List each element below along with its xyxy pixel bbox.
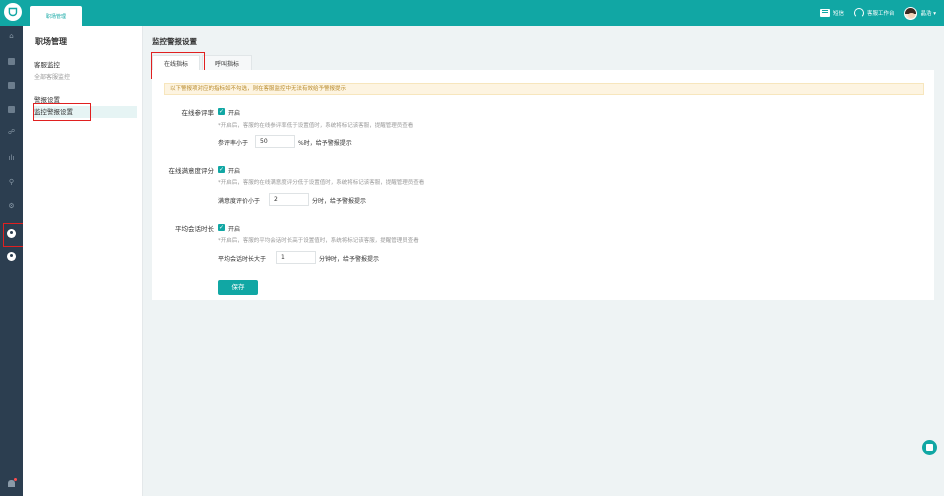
top-tab-workplace[interactable]: 职场管理 xyxy=(30,6,82,26)
threshold-input[interactable]: 1 xyxy=(276,251,316,264)
icon-sidebar: ⌂ ☍ ılı ⚲ ⚙ xyxy=(0,26,23,496)
checkbox-label: 开启 xyxy=(228,226,241,233)
row-label: 在线满意度评分 xyxy=(168,167,215,175)
notification-dot xyxy=(14,478,17,481)
sms-label: 短信 xyxy=(832,11,844,17)
chat-float-button[interactable] xyxy=(922,440,937,455)
menu-title: 职场管理 xyxy=(35,37,67,46)
field-prefix: 满意度评价小于 xyxy=(218,198,261,205)
top-bar: ᗜ 职场管理 短信 客服工作台 晶浩 ▾ xyxy=(0,0,944,26)
threshold-input[interactable]: 2 xyxy=(269,193,309,206)
checkbox-label: 开启 xyxy=(228,110,241,117)
hint-text: *开启后，客服的平均会话时长高于设置值时，系统将标记该客服，提醒管理员查看 xyxy=(218,238,419,244)
enable-checkbox[interactable]: ✓ xyxy=(218,166,225,173)
highlight-box xyxy=(33,103,91,121)
app-logo[interactable]: ᗜ xyxy=(4,3,22,21)
checkbox-label: 开启 xyxy=(228,168,241,175)
field-prefix: 参评率小于 xyxy=(218,140,249,147)
bell-icon[interactable] xyxy=(8,480,15,487)
chat-icon[interactable] xyxy=(8,106,15,113)
list-icon[interactable] xyxy=(8,82,15,89)
apps-icon[interactable] xyxy=(8,58,15,65)
gear-icon[interactable]: ⚙ xyxy=(7,202,16,211)
top-right-tools: 短信 客服工作台 晶浩 ▾ xyxy=(819,0,936,26)
row-label: 在线参评率 xyxy=(181,109,215,117)
team-icon[interactable]: ☍ xyxy=(7,128,16,137)
tooth-icon: ᗜ xyxy=(8,5,18,19)
menu-item-all-monitor[interactable]: 全部客服监控 xyxy=(34,72,70,81)
save-button[interactable]: 保存 xyxy=(218,280,258,295)
field-prefix: 平均会话时长大于 xyxy=(218,256,267,263)
field-suffix: %时，给予警报提示 xyxy=(298,140,352,147)
sms-button[interactable]: 短信 xyxy=(819,9,844,17)
settings-panel: 以下警报项对应的指标如不勾选，则在客服监控中无法有效给予警报提示 在线参评率 ✓… xyxy=(152,70,934,300)
hint-text: *开启后，客服的在线参评率低于设置值时，系统将标记该客服，提醒管理员查看 xyxy=(218,123,414,129)
avatar xyxy=(904,6,918,20)
menu-group-monitor: 客服监控 xyxy=(34,61,60,69)
enable-checkbox[interactable]: ✓ xyxy=(218,108,225,115)
hint-text: *开启后，客服的在线满意度评分低于设置值时，系统将标记该客服，提醒管理员查看 xyxy=(218,180,425,186)
enable-checkbox[interactable]: ✓ xyxy=(218,224,225,231)
warning-banner: 以下警报项对应的指标如不勾选，则在客服监控中无法有效给予警报提示 xyxy=(164,83,924,95)
secondary-menu: 职场管理 客服监控 全部客服监控 警报设置 监控警报设置 xyxy=(23,26,143,496)
threshold-input[interactable]: 50 xyxy=(255,135,295,148)
user-name: 晶浩 ▾ xyxy=(920,11,936,17)
chart-icon[interactable]: ılı xyxy=(7,154,16,163)
page-title: 监控警报设置 xyxy=(152,37,197,46)
home-icon[interactable]: ⌂ xyxy=(7,32,16,41)
workbench-label: 客服工作台 xyxy=(866,11,895,17)
user-circle-icon[interactable] xyxy=(7,252,16,261)
search-icon[interactable]: ⚲ xyxy=(7,178,16,187)
workbench-button[interactable]: 客服工作台 xyxy=(853,8,895,18)
field-suffix: 分时，给予警报提示 xyxy=(312,198,367,205)
headset-icon xyxy=(853,8,864,18)
field-suffix: 分钟时，给予警报提示 xyxy=(319,256,380,263)
user-menu[interactable]: 晶浩 ▾ xyxy=(904,6,936,20)
message-icon xyxy=(819,9,830,17)
row-label: 平均会话时长 xyxy=(175,225,214,233)
tab-call[interactable]: 呼叫指标 xyxy=(202,55,252,70)
